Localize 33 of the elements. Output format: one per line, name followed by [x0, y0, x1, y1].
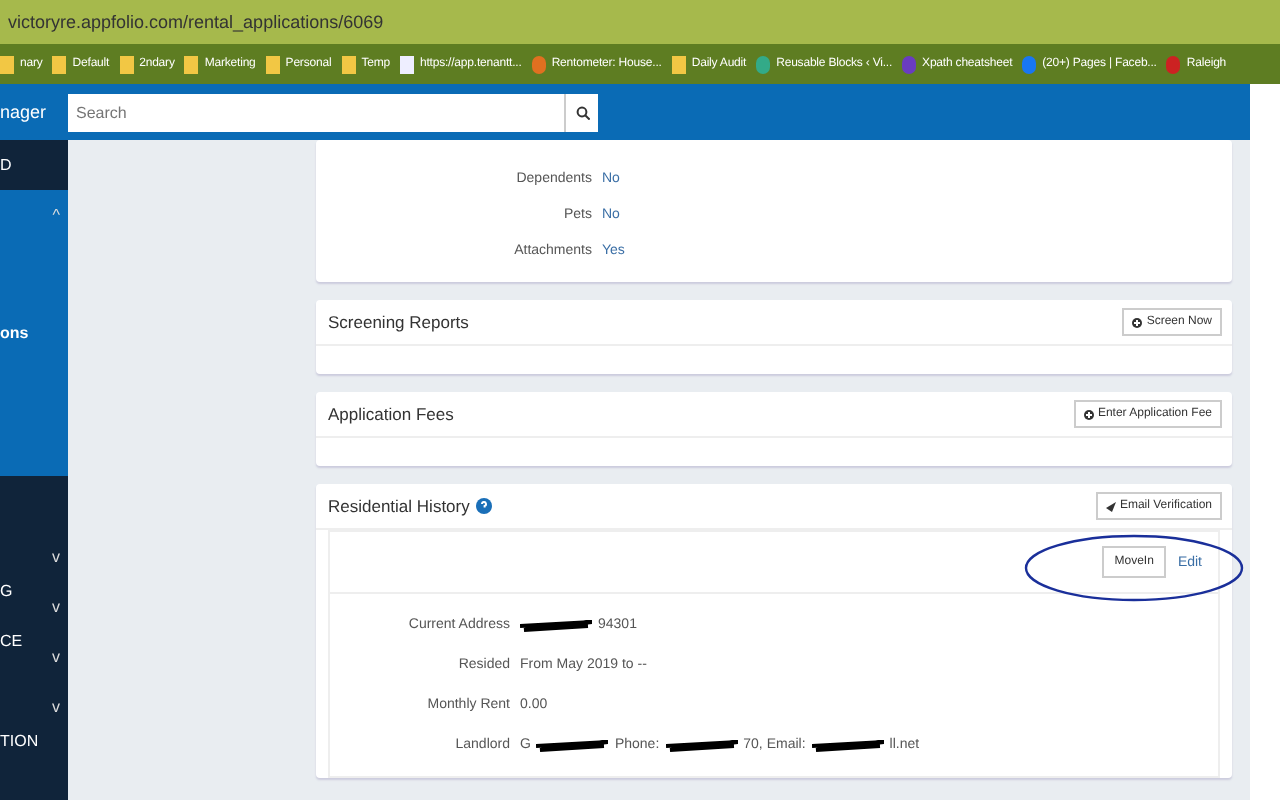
- section-title: Residential History: [328, 496, 470, 516]
- chevron-icon: ^: [52, 206, 60, 224]
- sidebar-item[interactable]: ^ ons: [0, 190, 68, 476]
- section-title: Screening Reports: [328, 312, 469, 332]
- plus-icon: [1132, 317, 1143, 327]
- plus-icon: [1083, 409, 1094, 419]
- search-button[interactable]: [564, 93, 598, 131]
- folder-icon: [0, 55, 14, 73]
- sidebar-item[interactable]: v: [0, 666, 68, 716]
- sidebar-item[interactable]: G v: [0, 566, 68, 616]
- folder-icon: [184, 55, 199, 73]
- page-icon: [399, 55, 414, 73]
- folder-icon: [265, 55, 280, 73]
- chevron-icon: v: [52, 598, 60, 616]
- sidebar-item[interactable]: TION: [0, 716, 68, 766]
- brand-text: nager: [0, 102, 49, 122]
- sidebar-subitem[interactable]: ons: [0, 324, 60, 342]
- chevron-icon: v: [52, 648, 60, 666]
- sidebar-item[interactable]: D: [0, 140, 68, 190]
- sidebar-item[interactable]: v: [0, 516, 68, 566]
- chevron-icon: v: [52, 698, 60, 716]
- send-icon: [1105, 501, 1116, 511]
- chevron-icon: v: [52, 548, 60, 566]
- search-field[interactable]: Search: [68, 93, 564, 131]
- url-text[interactable]: victoryre.appfolio.com/rental_applications/6069: [8, 12, 384, 32]
- folder-icon: [341, 55, 356, 73]
- sidebar-item[interactable]: CE v: [0, 616, 68, 666]
- section-title: Application Fees: [328, 404, 454, 424]
- search-icon: [575, 105, 589, 119]
- folder-icon: [671, 55, 686, 73]
- folder-icon: [119, 55, 134, 73]
- folder-icon: [52, 55, 67, 73]
- help-icon[interactable]: [475, 498, 492, 514]
